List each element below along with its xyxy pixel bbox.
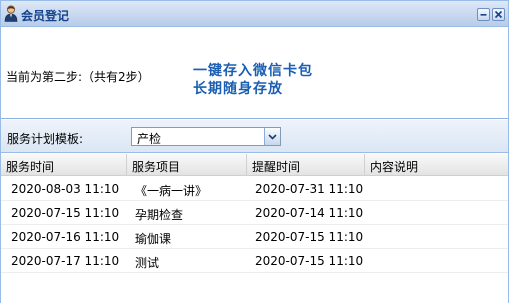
minimize-icon [480,14,487,16]
template-dropdown-button[interactable] [264,128,280,145]
cell-reminder-time: 2020-07-14 11:10 [255,206,364,220]
chevron-down-icon [268,134,277,140]
template-toolbar: 服务计划模板: 产检 [1,120,508,153]
cell-service-item: 《一病一讲》 [135,184,208,198]
user-icon [4,5,18,22]
window-titlebar[interactable]: 会员登记 [1,1,508,27]
template-select[interactable]: 产检 [131,127,281,146]
cell-service-time: 2020-08-03 11:10 [11,182,120,196]
cell-service-item: 瑜伽课 [135,232,172,246]
column-header-content-note[interactable]: 内容说明 [365,154,508,176]
close-icon [494,10,503,19]
cell-service-item: 孕期检查 [135,208,184,222]
cell-reminder-time: 2020-07-15 11:10 [255,230,364,244]
table-row[interactable]: 2020-07-16 11:10 瑜伽课 2020-07-15 11:10 [1,225,508,249]
table-row[interactable]: 2020-07-15 11:10 孕期检查 2020-07-14 11:10 [1,201,508,225]
wechat-slogan-line1: 一键存入微信卡包 [193,63,313,79]
column-header-service-item[interactable]: 服务项目 [127,154,247,176]
template-select-value[interactable]: 产检 [137,130,161,147]
cell-service-time: 2020-07-16 11:10 [11,230,120,244]
cell-reminder-time: 2020-07-31 11:10 [255,182,364,196]
service-plan-grid: 服务时间 服务项目 提醒时间 内容说明 2020-08-03 11:10 《一病… [1,154,508,303]
step-panel: 当前为第二步:（共有2步） 一键存入微信卡包 长期随身存放 [1,28,508,119]
minimize-button[interactable] [477,8,490,21]
column-header-reminder-time[interactable]: 提醒时间 [247,154,365,176]
member-registration-window: 会员登记 当前为第二步:（共有2步） 一键存入微信卡包 长期随身存放 服务计划模… [0,0,509,303]
wechat-slogan-line2: 长期随身存放 [193,81,283,97]
cell-service-item: 测试 [135,256,160,270]
column-header-service-time[interactable]: 服务时间 [1,154,127,176]
cell-service-time: 2020-07-17 11:10 [11,254,120,268]
grid-header: 服务时间 服务项目 提醒时间 内容说明 [1,154,508,176]
table-row[interactable]: 2020-08-03 11:10 《一病一讲》 2020-07-31 11:10 [1,177,508,201]
close-button[interactable] [492,8,505,21]
cell-reminder-time: 2020-07-15 11:10 [255,254,364,268]
cell-service-time: 2020-07-15 11:10 [11,206,120,220]
table-row[interactable]: 2020-07-17 11:10 测试 2020-07-15 11:10 [1,249,508,273]
window-title: 会员登记 [21,9,70,23]
step-indicator: 当前为第二步:（共有2步） [6,70,150,84]
template-label: 服务计划模板: [7,132,84,146]
